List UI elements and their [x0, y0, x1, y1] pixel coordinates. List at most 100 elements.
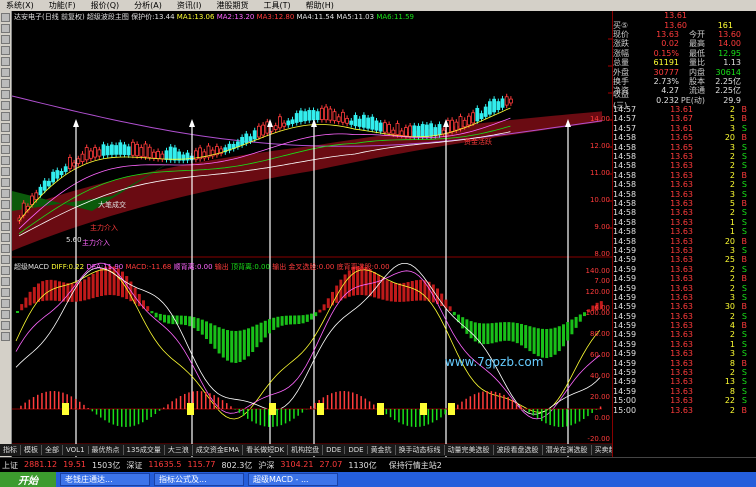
macd-bar [284, 409, 287, 424]
toolbar-button[interactable] [1, 178, 10, 187]
macd-bar [238, 409, 241, 413]
toolbar-button[interactable] [1, 222, 10, 231]
tick-volume: 20 [724, 236, 735, 246]
indicator-tab[interactable]: 指标 [0, 445, 21, 455]
menu-tools[interactable]: 工具(T) [257, 0, 299, 11]
macd-bar [360, 396, 362, 409]
macd-block [196, 318, 200, 331]
toolbar-button[interactable] [1, 35, 10, 44]
macd-block [150, 311, 154, 314]
candle-body [80, 153, 85, 162]
indicator-tab[interactable]: 黄金抗 [368, 445, 396, 455]
indicator-tab[interactable]: 潜龙在渊选股 [543, 445, 592, 455]
menu-info[interactable]: 资讯(I) [171, 0, 211, 11]
menu-analysis[interactable]: 分析(A) [128, 0, 171, 11]
toolbar-button[interactable] [1, 244, 10, 253]
candle-body [118, 142, 123, 155]
toolbar-button[interactable] [1, 288, 10, 297]
toolbar-button[interactable] [1, 266, 10, 275]
toolbar-button[interactable] [1, 255, 10, 264]
toolbar-button[interactable] [1, 46, 10, 55]
toolbar-button[interactable] [1, 13, 10, 22]
task-button-2[interactable]: 指标公式及... [154, 473, 244, 486]
toolbar-button[interactable] [1, 233, 10, 242]
candle-body [462, 119, 467, 128]
toolbar-button[interactable] [1, 332, 10, 341]
indicator-tab[interactable]: DDE [345, 446, 368, 454]
macd-block [574, 316, 578, 328]
macd-block [247, 328, 250, 357]
indicator-tab[interactable]: 135成交量 [124, 445, 165, 455]
toolbar-button[interactable] [1, 211, 10, 220]
task-button-1[interactable]: 老钱庄通达... [60, 473, 150, 486]
toolbar-button[interactable] [1, 68, 10, 77]
indicator-tab[interactable]: 买卖趋势选股 [592, 445, 612, 455]
menu-hk-futures[interactable]: 港股期货 [210, 0, 257, 11]
tick-side: S [741, 180, 747, 190]
menu-help[interactable]: 帮助(H) [300, 0, 343, 11]
annotation-main-force: 主力介入 [90, 224, 118, 232]
tick-volume: 1 [729, 339, 735, 349]
menu-system[interactable]: 系统(X) [0, 0, 43, 11]
ma-label: MA1:13.06 [174, 13, 215, 21]
toolbar-button[interactable] [1, 321, 10, 330]
toolbar-button[interactable] [1, 90, 10, 99]
toolbar-button[interactable] [1, 57, 10, 66]
macd-block [238, 330, 242, 363]
toolbar-button[interactable] [1, 189, 10, 198]
indicator-tab[interactable]: 大三浪 [165, 445, 193, 455]
candle-body [336, 116, 341, 122]
macd-block [217, 327, 221, 354]
tick-volume: 8 [729, 386, 735, 396]
indicator-tab[interactable]: 全部 [42, 445, 63, 455]
toolbar-button[interactable] [1, 101, 10, 110]
toolbar-button[interactable] [1, 277, 10, 286]
macd-block [452, 311, 456, 316]
tick-volume: 2 [729, 152, 735, 162]
tick-side: B [741, 133, 748, 143]
indicator-tab[interactable]: 看长做短DK [243, 445, 289, 455]
menu-quote[interactable]: 报价(Q) [85, 0, 129, 11]
macd-block [87, 276, 91, 300]
indicator-tab[interactable]: VOL1 [63, 446, 89, 454]
toolbar-button[interactable] [1, 112, 10, 121]
chart-area[interactable]: 140.00 120.00 100.00 80.00 60.00 40.00 20.00 0.… [11, 11, 637, 457]
macd-block [465, 319, 469, 334]
toolbar-button[interactable] [1, 145, 10, 154]
menu-function[interactable]: 功能(F) [43, 0, 85, 11]
indicator-tab[interactable]: DDE [323, 446, 346, 454]
toolbar-button[interactable] [1, 200, 10, 209]
candle-body [122, 144, 127, 155]
indicator-tab[interactable]: 动量完美选股 [445, 445, 494, 455]
index-value: 上证 [2, 460, 18, 470]
tick-time: 14:59 [613, 274, 637, 284]
tick-volume: 2 [729, 161, 735, 171]
indicator-tab[interactable]: 最优热点 [89, 445, 124, 455]
tick-list[interactable]: 14:57 13.61 2 B 14:57 13.67 5 B 14:57 13.61 3 S 14:5… [613, 105, 756, 415]
task-button-3[interactable]: 超级MACD - ... [248, 473, 338, 486]
indicator-tab[interactable]: 成交资金EMA [193, 445, 244, 455]
macd-bar [545, 409, 547, 424]
tick-volume: 3 [729, 123, 735, 133]
watermark: www.7gpzb.com [445, 355, 544, 369]
toolbar-button[interactable] [1, 156, 10, 165]
indicator-tab[interactable]: 机构控盘 [288, 445, 324, 455]
toolbar-button[interactable] [1, 24, 10, 33]
index-value: 802.3亿 [221, 460, 253, 470]
tick-volume: 2 [729, 274, 735, 284]
toolbar-button[interactable] [1, 79, 10, 88]
toolbar-button[interactable] [1, 167, 10, 176]
toolbar-button[interactable] [1, 310, 10, 319]
toolbar-button[interactable] [1, 299, 10, 308]
ma-label: MA2:13.20 [214, 13, 255, 21]
tick-row: 14:59 13.63 3 S [613, 246, 756, 255]
macd-bar [175, 398, 178, 409]
indicator-tab[interactable]: 模板 [21, 445, 42, 455]
macd-block [230, 330, 234, 363]
indicator-tab[interactable]: 波段看盘选股 [494, 445, 543, 455]
indicator-tab[interactable]: 换手动态标线 [396, 445, 445, 455]
candle-body [420, 124, 425, 138]
toolbar-button[interactable] [1, 123, 10, 132]
toolbar-button[interactable] [1, 134, 10, 143]
start-button[interactable]: 开始 [0, 472, 56, 487]
